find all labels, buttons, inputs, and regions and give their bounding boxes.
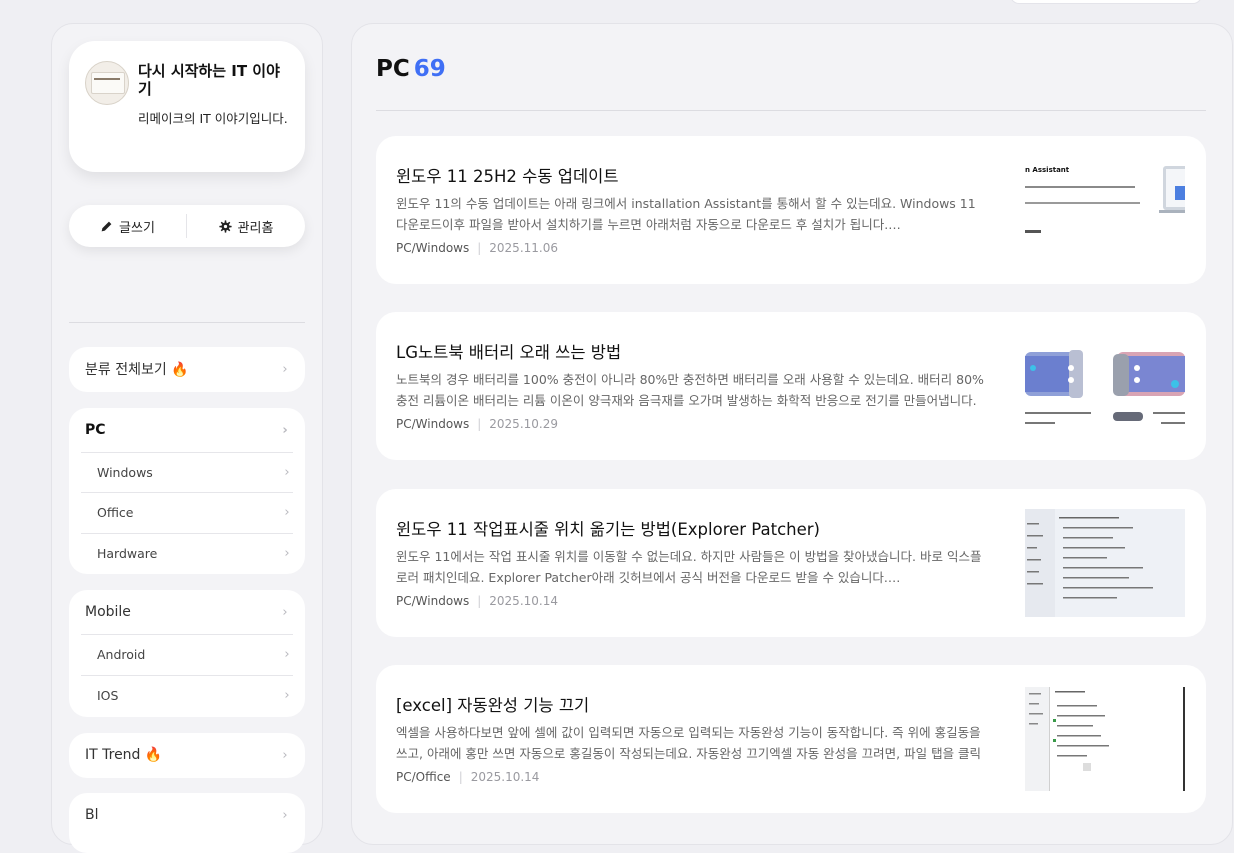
thumb-caption: n Assistant <box>1025 166 1070 174</box>
pc-category-box: PC › Windows › Office › Hardware › <box>69 408 305 574</box>
mobile-category-box: Mobile › Android › IOS › <box>69 590 305 717</box>
sidebar-item-android[interactable]: Android › <box>81 634 293 674</box>
post-title[interactable]: 윈도우 11 25H2 수동 업데이트 <box>396 163 619 187</box>
sidebar-item-ios[interactable]: IOS › <box>81 675 293 715</box>
post-category[interactable]: PC/Windows <box>396 241 469 255</box>
post-date: 2025.10.14 <box>470 770 540 784</box>
post-card[interactable]: [excel] 자동완성 기능 끄기 엑셀을 사용하다보면 앞에 셀에 값이 입… <box>376 665 1206 813</box>
gear-icon <box>218 219 232 233</box>
category-name: PC <box>376 56 410 82</box>
post-category[interactable]: PC/Office <box>396 770 451 784</box>
top-search-box-edge[interactable] <box>1010 0 1202 4</box>
chevron-right-icon: › <box>284 647 290 662</box>
profile-card: 다시 시작하는 IT 이야기 리메이크의 IT 이야기입니다. <box>69 41 305 172</box>
pencil-icon <box>101 221 112 231</box>
sidebar-item-label: Hardware <box>97 546 158 561</box>
sidebar-item-label: Office <box>97 505 134 520</box>
sidebar-item-label: 분류 전체보기 🔥 <box>85 362 189 378</box>
meta-separator: | <box>477 417 482 431</box>
next-category-box: Bl › <box>69 793 305 853</box>
page-title: PC 69 <box>376 56 446 82</box>
meta-separator: | <box>477 241 482 255</box>
post-meta: PC/Office | 2025.10.14 <box>396 770 539 784</box>
post-excerpt: 윈도우 11에서는 작업 표시줄 위치를 이동할 수 없는데요. 하지만 사람들… <box>396 549 982 585</box>
chevron-right-icon: › <box>282 747 288 763</box>
post-date: 2025.10.29 <box>489 417 558 431</box>
post-card[interactable]: 윈도우 11 25H2 수동 업데이트 윈도우 11의 수동 업데이트는 아래 … <box>376 136 1206 284</box>
sidebar-item-pc[interactable]: PC › <box>85 410 291 450</box>
post-category[interactable]: PC/Windows <box>396 594 469 608</box>
post-title[interactable]: 윈도우 11 작업표시줄 위치 옮기는 방법(Explorer Patcher) <box>396 516 820 540</box>
meta-separator: | <box>477 594 482 608</box>
post-excerpt: 엑셀을 사용하다보면 앞에 셀에 값이 입력되면 자동으로 입력되는 자동완성 … <box>396 725 982 761</box>
title-divider <box>376 110 1206 111</box>
post-title[interactable]: [excel] 자동완성 기능 끄기 <box>396 692 589 716</box>
sidebar-item-label: IOS <box>97 688 119 703</box>
sidebar-item-mobile[interactable]: Mobile › <box>85 592 291 632</box>
meta-separator: | <box>458 770 463 784</box>
post-thumbnail[interactable] <box>1025 509 1185 617</box>
sidebar-divider <box>69 322 305 323</box>
chevron-right-icon: › <box>284 546 290 561</box>
sidebar-item-label: PC <box>85 422 106 438</box>
sidebar-item-partial[interactable]: Bl › <box>85 795 291 835</box>
sidebar: 다시 시작하는 IT 이야기 리메이크의 IT 이야기입니다. 글쓰기 관리홈 … <box>51 23 323 853</box>
admin-home-label: 관리홈 <box>237 220 274 236</box>
post-date: 2025.10.14 <box>489 594 558 608</box>
sidebar-item-label: Android <box>97 647 146 662</box>
post-meta: PC/Windows | 2025.10.14 <box>396 594 558 608</box>
sidebar-item-office[interactable]: Office › <box>81 492 293 532</box>
excel-options-image <box>1025 685 1185 793</box>
chevron-right-icon: › <box>282 361 288 377</box>
post-thumbnail[interactable] <box>1025 332 1185 440</box>
installer-screenshot-image: n Assistant <box>1025 156 1185 264</box>
it-trend-box: IT Trend 🔥 › <box>69 733 305 778</box>
blog-avatar[interactable] <box>85 61 129 105</box>
post-category[interactable]: PC/Windows <box>396 417 469 431</box>
post-count: 69 <box>413 56 446 82</box>
chevron-right-icon: › <box>284 465 290 480</box>
post-excerpt: 윈도우 11의 수동 업데이트는 아래 링크에서 installation As… <box>396 196 976 232</box>
settings-window-image <box>1025 509 1185 617</box>
sidebar-item-label: Windows <box>97 465 153 480</box>
post-thumbnail[interactable] <box>1025 685 1185 793</box>
battery-diagram-image <box>1025 332 1185 440</box>
chevron-right-icon: › <box>284 688 290 703</box>
blog-title[interactable]: 다시 시작하는 IT 이야기 <box>138 62 288 98</box>
write-button-label: 글쓰기 <box>119 220 155 236</box>
chevron-right-icon: › <box>282 422 288 438</box>
post-meta: PC/Windows | 2025.10.29 <box>396 417 558 431</box>
all-categories-box: 분류 전체보기 🔥 › <box>69 347 305 392</box>
action-bar: 글쓰기 관리홈 <box>69 205 305 247</box>
post-title[interactable]: LG노트북 배터리 오래 쓰는 방법 <box>396 339 621 363</box>
post-date: 2025.11.06 <box>489 241 558 255</box>
sidebar-item-it-trend[interactable]: IT Trend 🔥 › <box>85 735 291 775</box>
post-card[interactable]: LG노트북 배터리 오래 쓰는 방법 노트북의 경우 배터리를 100% 충전이… <box>376 312 1206 460</box>
post-card[interactable]: 윈도우 11 작업표시줄 위치 옮기는 방법(Explorer Patcher)… <box>376 489 1206 637</box>
sidebar-item-label: Mobile <box>85 604 131 620</box>
post-thumbnail[interactable]: n Assistant <box>1025 156 1185 264</box>
chevron-right-icon: › <box>282 807 288 823</box>
blog-description: 리메이크의 IT 이야기입니다. <box>138 111 288 126</box>
sidebar-item-label: Bl <box>85 807 99 823</box>
write-button[interactable]: 글쓰기 <box>69 205 186 247</box>
chevron-right-icon: › <box>282 604 288 620</box>
post-meta: PC/Windows | 2025.11.06 <box>396 241 558 255</box>
post-excerpt: 노트북의 경우 배터리를 100% 충전이 아니라 80%만 충전하면 배터리를… <box>396 372 984 408</box>
chevron-right-icon: › <box>284 505 290 520</box>
post-list-panel: PC 69 윈도우 11 25H2 수동 업데이트 윈도우 11의 수동 업데이트… <box>351 23 1233 845</box>
sidebar-item-hardware[interactable]: Hardware › <box>81 533 293 573</box>
admin-home-button[interactable]: 관리홈 <box>187 205 305 247</box>
sidebar-item-windows[interactable]: Windows › <box>81 452 293 492</box>
sidebar-item-all-categories[interactable]: 분류 전체보기 🔥 › <box>85 349 291 389</box>
sidebar-item-label: IT Trend 🔥 <box>85 747 163 763</box>
